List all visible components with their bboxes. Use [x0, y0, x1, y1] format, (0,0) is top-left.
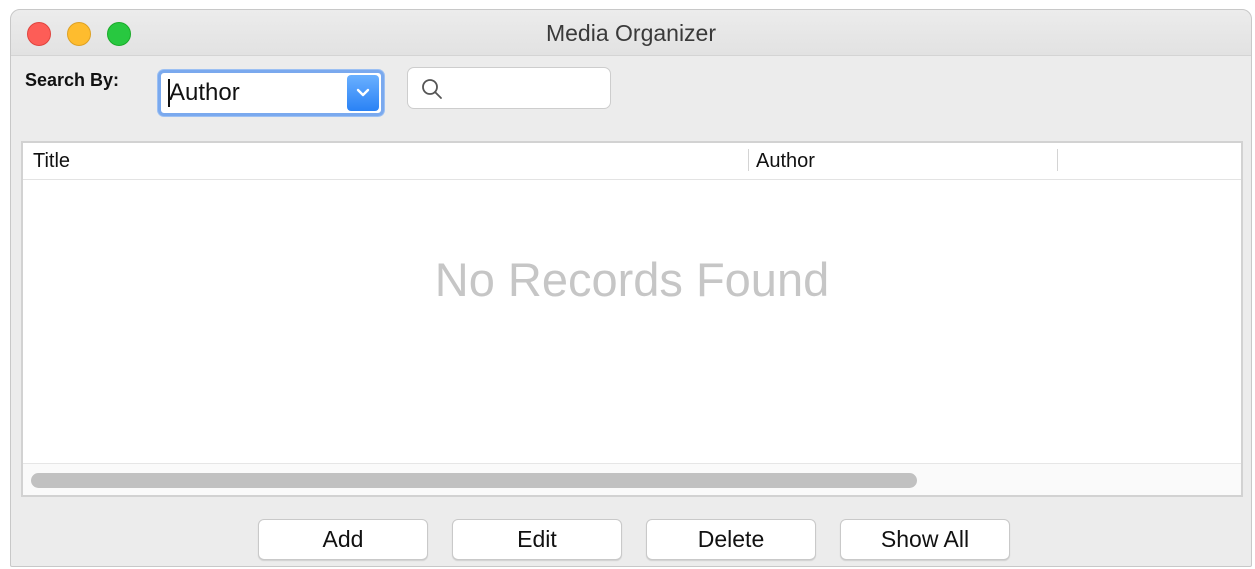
search-icon [422, 79, 442, 99]
text-caret [168, 79, 170, 107]
combobox-dropdown-button[interactable] [347, 75, 379, 111]
column-header-title[interactable]: Title [33, 150, 70, 173]
scrollbar-thumb[interactable] [31, 473, 917, 488]
chevron-down-icon [356, 88, 370, 97]
delete-button[interactable]: Delete [646, 519, 816, 560]
column-divider[interactable] [1057, 149, 1058, 171]
horizontal-scrollbar[interactable] [23, 463, 1241, 495]
search-field-value[interactable]: Author [169, 79, 240, 107]
column-divider[interactable] [748, 149, 749, 171]
title-bar[interactable]: Media Organizer [11, 10, 1251, 56]
search-by-label: Search By: [25, 70, 120, 90]
window-title: Media Organizer [545, 20, 717, 46]
edit-button[interactable]: Edit [452, 519, 622, 560]
add-button[interactable]: Add [258, 519, 428, 560]
search-field-combobox[interactable]: Author [158, 70, 384, 116]
app-window: Media Organizer Search By: Author Title … [10, 9, 1252, 567]
show-all-button[interactable]: Show All [840, 519, 1010, 560]
records-table[interactable]: Title Author No Records Found [21, 141, 1243, 497]
column-header-author[interactable]: Author [756, 150, 815, 173]
table-header: Title Author [23, 143, 1241, 180]
empty-table-message: No Records Found [434, 253, 830, 306]
search-input[interactable] [407, 67, 611, 109]
